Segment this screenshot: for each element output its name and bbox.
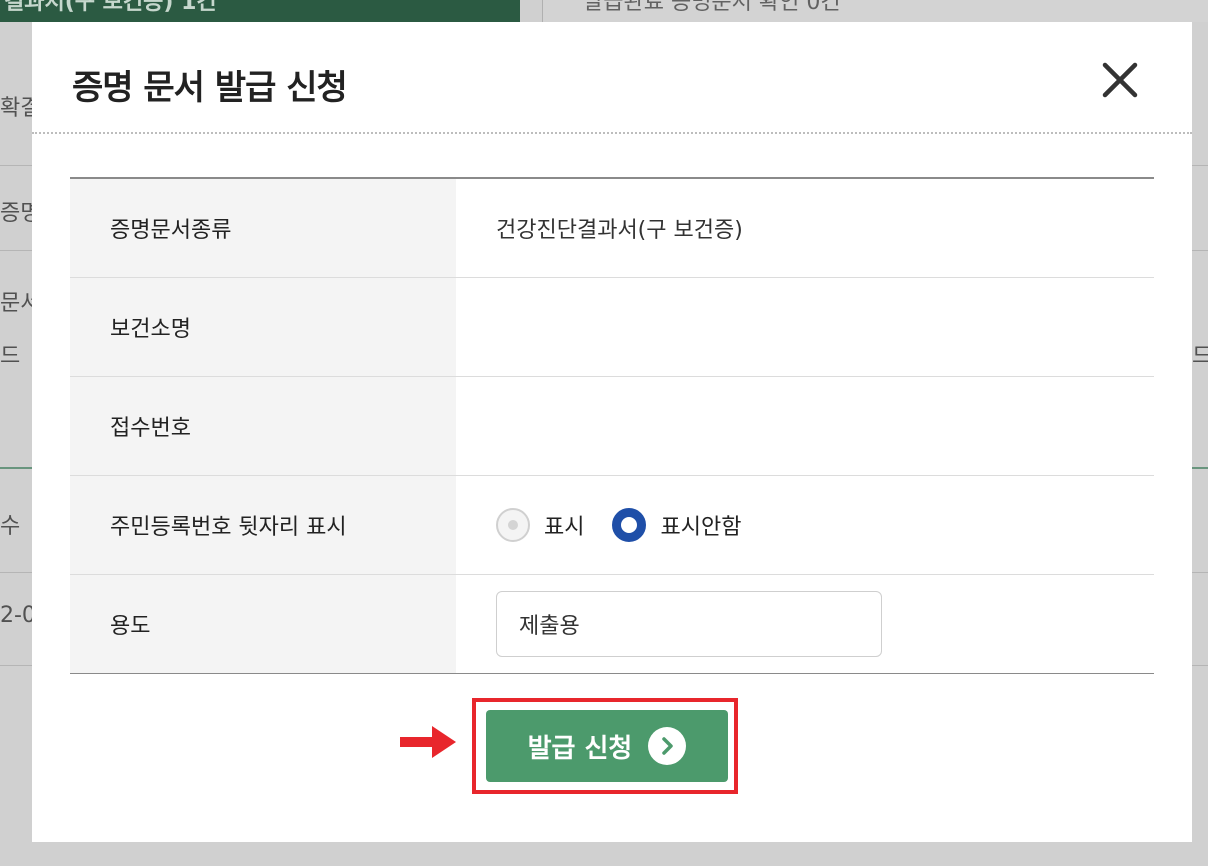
id-display-label: 주민등록번호 뒷자리 표시: [70, 476, 456, 574]
header-divider: [32, 132, 1192, 134]
receipt-number-label: 접수번호: [70, 377, 456, 475]
request-form-table: 증명문서종류 건강진단결과서(구 보건증) 보건소명 접수번호 주민등록번호 뒷…: [70, 177, 1154, 674]
form-row-document-type: 증명문서종류 건강진단결과서(구 보건증): [70, 179, 1154, 278]
radio-hide-label: 표시안함: [660, 515, 742, 540]
radio-show[interactable]: 표시: [496, 508, 584, 542]
health-center-value: [456, 278, 1154, 376]
modal-title: 증명 문서 발급 신청: [72, 68, 348, 108]
purpose-cell: [456, 575, 1154, 673]
receipt-number-value: [456, 377, 1154, 475]
close-button[interactable]: [1098, 58, 1142, 102]
radio-hide[interactable]: 표시안함: [612, 508, 741, 542]
issue-request-button[interactable]: 발급 신청: [486, 710, 728, 782]
document-type-value: 건강진단결과서(구 보건증): [496, 218, 743, 243]
issue-request-modal: 증명 문서 발급 신청 증명문서종류 건강진단결과서(구 보건증) 보건소명 접…: [32, 22, 1192, 842]
chevron-right-circle-icon: [648, 727, 687, 765]
id-display-options: 표시 표시안함: [456, 476, 1154, 574]
id-display-radio-group: 표시 표시안함: [496, 508, 769, 542]
form-row-purpose: 용도: [70, 575, 1154, 673]
form-row-id-display: 주민등록번호 뒷자리 표시 표시 표시안함: [70, 476, 1154, 575]
health-center-label: 보건소명: [70, 278, 456, 376]
red-arrow-icon: [400, 726, 456, 758]
issue-request-label: 발급 신청: [527, 733, 633, 764]
purpose-label: 용도: [70, 575, 456, 673]
radio-show-label: 표시: [544, 515, 585, 540]
document-type-label: 증명문서종류: [70, 179, 456, 277]
form-row-health-center: 보건소명: [70, 278, 1154, 377]
close-icon: [1102, 62, 1138, 98]
form-row-receipt-number: 접수번호: [70, 377, 1154, 476]
purpose-input[interactable]: [496, 591, 882, 657]
radio-unselected-icon: [496, 508, 530, 542]
radio-selected-icon: [612, 508, 647, 542]
